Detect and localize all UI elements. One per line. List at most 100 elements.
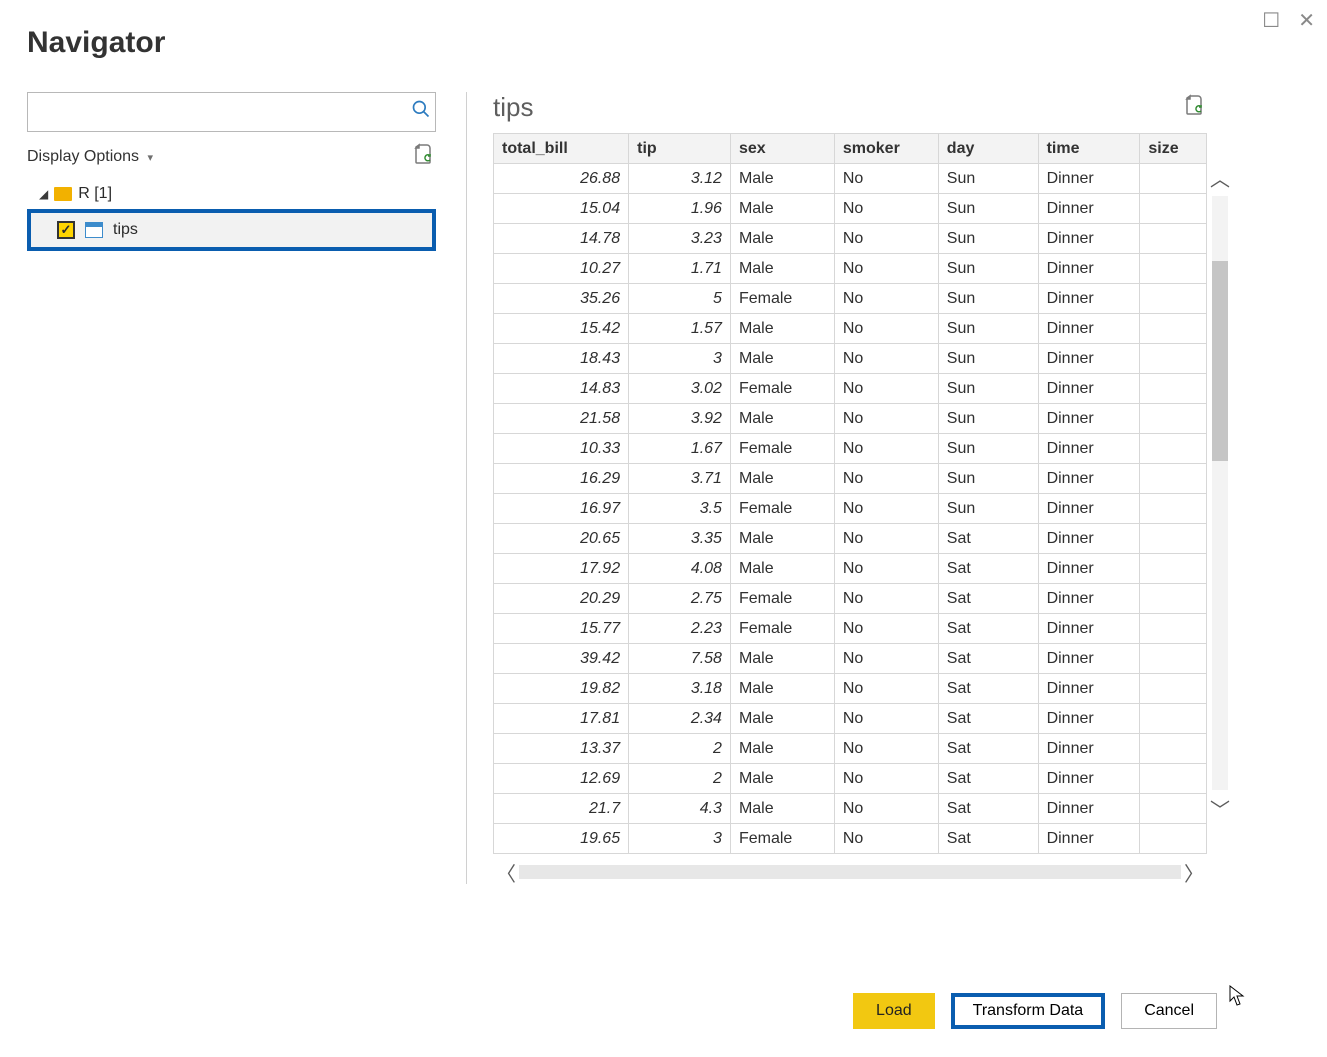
search-icon[interactable] bbox=[407, 99, 435, 125]
table-cell bbox=[1140, 764, 1207, 794]
preview-pane: tips total_billtipsexsmokerdaytimesize 2… bbox=[467, 92, 1327, 884]
table-row[interactable]: 15.772.23FemaleNoSatDinner bbox=[494, 614, 1207, 644]
table-row[interactable]: 20.292.75FemaleNoSatDinner bbox=[494, 584, 1207, 614]
search-input[interactable] bbox=[28, 98, 407, 127]
table-cell: Male bbox=[730, 524, 834, 554]
table-row[interactable]: 21.74.3MaleNoSatDinner bbox=[494, 794, 1207, 824]
scroll-left-arrow-icon[interactable]: 〈 bbox=[493, 858, 519, 887]
table-cell: 14.78 bbox=[494, 224, 629, 254]
table-cell: 3.35 bbox=[629, 524, 731, 554]
table-row[interactable]: 26.883.12MaleNoSunDinner bbox=[494, 164, 1207, 194]
table-cell: Female bbox=[730, 494, 834, 524]
table-row[interactable]: 18.433MaleNoSunDinner bbox=[494, 344, 1207, 374]
table-row[interactable]: 13.372MaleNoSatDinner bbox=[494, 734, 1207, 764]
table-cell: Dinner bbox=[1038, 554, 1140, 584]
table-cell: No bbox=[834, 824, 938, 854]
horizontal-scrollbar[interactable]: 〈 〉 bbox=[493, 860, 1207, 884]
scroll-track[interactable] bbox=[1212, 196, 1228, 790]
search-input-wrap[interactable] bbox=[27, 92, 436, 132]
table-cell: Sat bbox=[938, 764, 1038, 794]
table-row[interactable]: 17.812.34MaleNoSatDinner bbox=[494, 704, 1207, 734]
table-row[interactable]: 35.265FemaleNoSunDinner bbox=[494, 284, 1207, 314]
table-cell: Sun bbox=[938, 434, 1038, 464]
expand-triangle-icon[interactable]: ◢ bbox=[39, 187, 48, 201]
table-row[interactable]: 10.331.67FemaleNoSunDinner bbox=[494, 434, 1207, 464]
column-header[interactable]: day bbox=[938, 134, 1038, 164]
maximize-icon[interactable]: ☐ bbox=[1262, 8, 1280, 33]
table-cell: No bbox=[834, 224, 938, 254]
table-row[interactable]: 14.783.23MaleNoSunDinner bbox=[494, 224, 1207, 254]
table-cell: No bbox=[834, 524, 938, 554]
close-icon[interactable]: ✕ bbox=[1298, 8, 1315, 33]
scroll-thumb[interactable] bbox=[1212, 261, 1228, 461]
table-cell: 2 bbox=[629, 734, 731, 764]
table-cell: Male bbox=[730, 734, 834, 764]
table-cell: Sat bbox=[938, 674, 1038, 704]
table-cell: No bbox=[834, 764, 938, 794]
scroll-up-arrow-icon[interactable]: ︿ bbox=[1210, 163, 1230, 192]
table-row[interactable]: 39.427.58MaleNoSatDinner bbox=[494, 644, 1207, 674]
preview-table: total_billtipsexsmokerdaytimesize 26.883… bbox=[493, 133, 1207, 854]
preview-refresh-icon[interactable] bbox=[1183, 93, 1207, 122]
table-cell: 17.81 bbox=[494, 704, 629, 734]
scroll-down-arrow-icon[interactable]: ﹀ bbox=[1210, 794, 1230, 823]
table-cell: 3 bbox=[629, 824, 731, 854]
table-cell: No bbox=[834, 554, 938, 584]
tree-root-node[interactable]: ◢ R [1] bbox=[27, 185, 436, 203]
table-cell: No bbox=[834, 614, 938, 644]
vertical-scrollbar[interactable]: ︿ ﹀ bbox=[1211, 163, 1229, 823]
table-row[interactable]: 17.924.08MaleNoSatDinner bbox=[494, 554, 1207, 584]
table-row[interactable]: 12.692MaleNoSatDinner bbox=[494, 764, 1207, 794]
table-row[interactable]: 15.421.57MaleNoSunDinner bbox=[494, 314, 1207, 344]
table-cell: No bbox=[834, 374, 938, 404]
column-header[interactable]: total_bill bbox=[494, 134, 629, 164]
table-cell: 19.65 bbox=[494, 824, 629, 854]
tree-root-label: R [1] bbox=[78, 185, 112, 203]
table-row[interactable]: 21.583.92MaleNoSunDinner bbox=[494, 404, 1207, 434]
column-header[interactable]: tip bbox=[629, 134, 731, 164]
table-cell: Female bbox=[730, 614, 834, 644]
table-row[interactable]: 14.833.02FemaleNoSunDinner bbox=[494, 374, 1207, 404]
tree-child-tips[interactable]: ✓ tips bbox=[27, 209, 436, 251]
table-cell: Dinner bbox=[1038, 764, 1140, 794]
refresh-icon[interactable] bbox=[412, 142, 436, 171]
table-row[interactable]: 15.041.96MaleNoSunDinner bbox=[494, 194, 1207, 224]
display-options-dropdown[interactable]: Display Options ▾ bbox=[27, 148, 153, 166]
table-cell: 20.29 bbox=[494, 584, 629, 614]
checkbox-icon[interactable]: ✓ bbox=[57, 221, 75, 239]
table-row[interactable]: 20.653.35MaleNoSatDinner bbox=[494, 524, 1207, 554]
table-cell: 17.92 bbox=[494, 554, 629, 584]
hscroll-track[interactable] bbox=[519, 865, 1181, 879]
column-header[interactable]: time bbox=[1038, 134, 1140, 164]
column-header[interactable]: sex bbox=[730, 134, 834, 164]
table-row[interactable]: 19.823.18MaleNoSatDinner bbox=[494, 674, 1207, 704]
table-cell: Dinner bbox=[1038, 194, 1140, 224]
table-cell: 10.27 bbox=[494, 254, 629, 284]
cancel-button[interactable]: Cancel bbox=[1121, 993, 1217, 1029]
table-cell: 4.08 bbox=[629, 554, 731, 584]
table-cell bbox=[1140, 464, 1207, 494]
column-header[interactable]: size bbox=[1140, 134, 1207, 164]
table-cell: Sat bbox=[938, 734, 1038, 764]
table-cell: Male bbox=[730, 194, 834, 224]
table-row[interactable]: 16.293.71MaleNoSunDinner bbox=[494, 464, 1207, 494]
table-cell bbox=[1140, 614, 1207, 644]
table-row[interactable]: 16.973.5FemaleNoSunDinner bbox=[494, 494, 1207, 524]
table-cell: 3.18 bbox=[629, 674, 731, 704]
table-cell: Male bbox=[730, 764, 834, 794]
scroll-right-arrow-icon[interactable]: 〉 bbox=[1181, 858, 1207, 887]
table-cell: Dinner bbox=[1038, 824, 1140, 854]
table-row[interactable]: 19.653FemaleNoSatDinner bbox=[494, 824, 1207, 854]
table-cell bbox=[1140, 554, 1207, 584]
column-header[interactable]: smoker bbox=[834, 134, 938, 164]
folder-icon bbox=[54, 187, 72, 201]
load-button[interactable]: Load bbox=[853, 993, 935, 1029]
table-row[interactable]: 10.271.71MaleNoSunDinner bbox=[494, 254, 1207, 284]
transform-data-button[interactable]: Transform Data bbox=[951, 993, 1106, 1029]
table-cell: 2.75 bbox=[629, 584, 731, 614]
table-cell: 2.23 bbox=[629, 614, 731, 644]
table-cell: Female bbox=[730, 824, 834, 854]
table-cell: Sat bbox=[938, 614, 1038, 644]
table-cell: No bbox=[834, 194, 938, 224]
table-cell: 2 bbox=[629, 764, 731, 794]
